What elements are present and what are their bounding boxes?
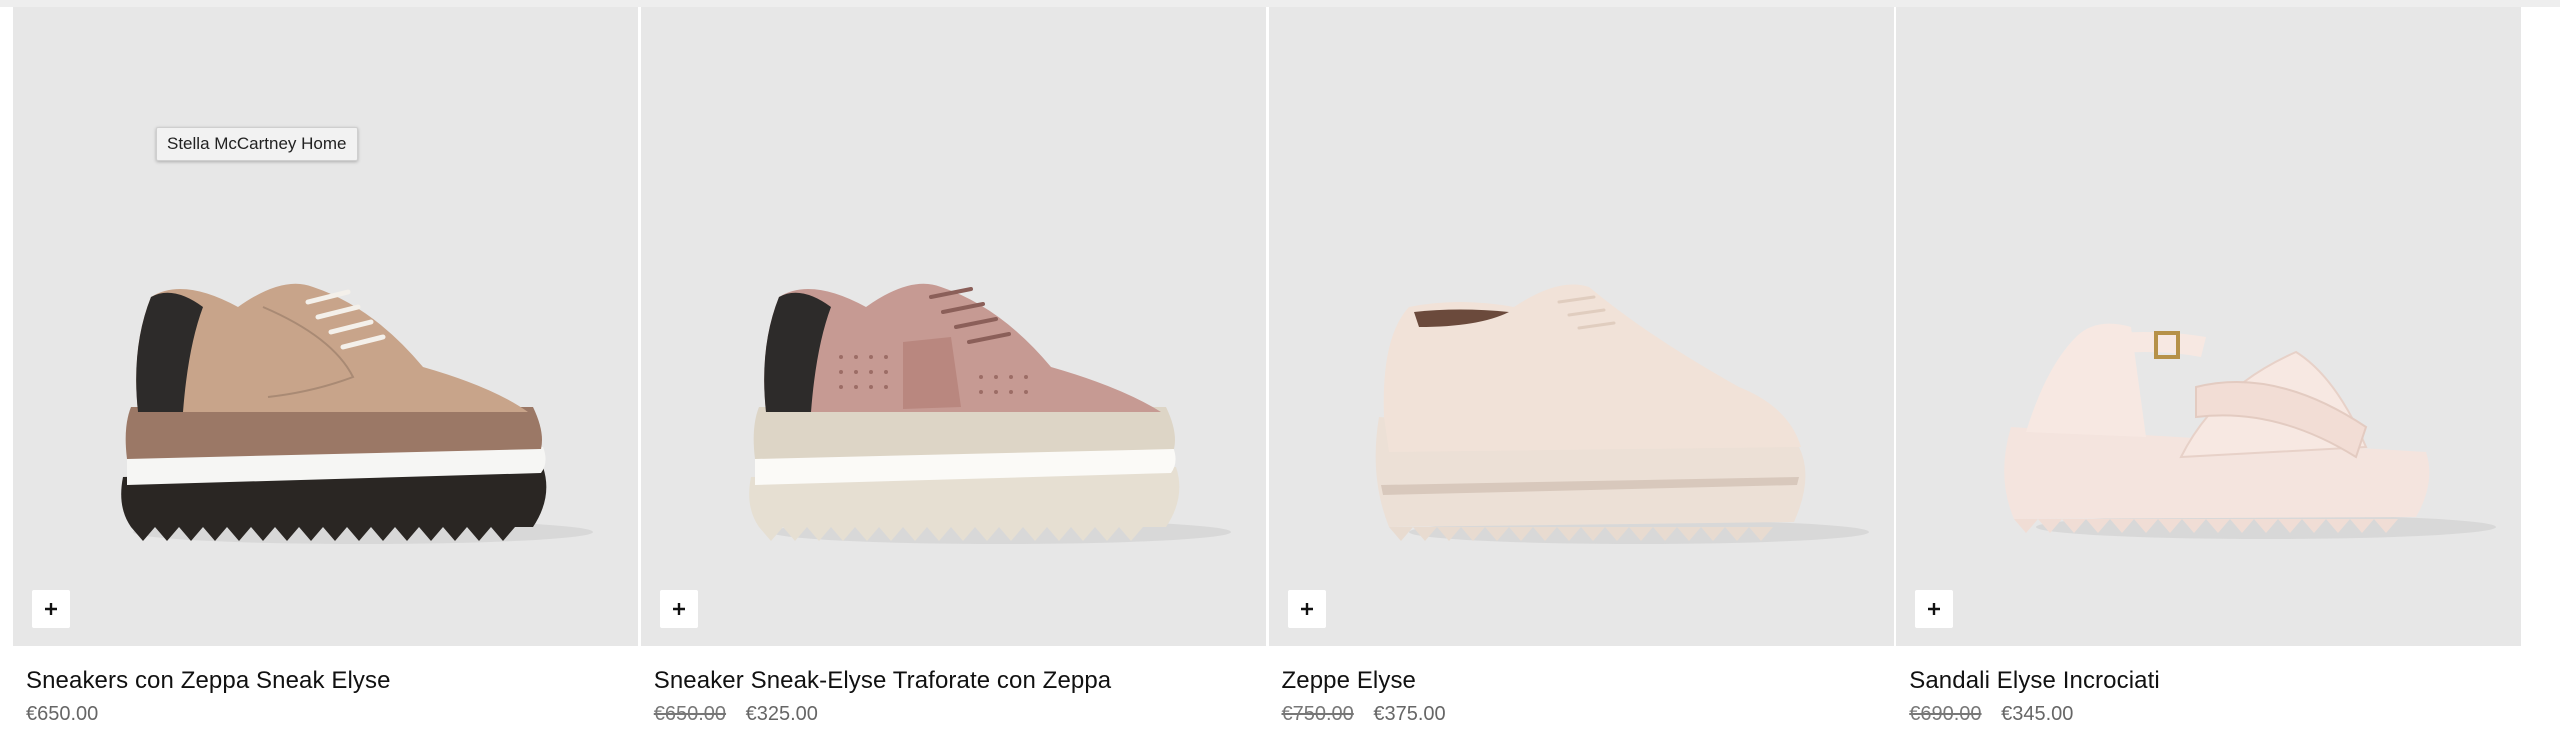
product-name[interactable]: Sandali Elyse Incrociati [1909,667,2524,695]
product-info: Sandali Elyse Incrociati €690.00 €345.00 [1909,667,2524,726]
product-card[interactable]: Sandali Elyse Incrociati €690.00 €345.00 [1896,7,2524,732]
plus-icon [1928,603,1941,615]
shoe-image [748,283,1231,544]
product-name[interactable]: Sneakers con Zeppa Sneak Elyse [26,667,641,695]
product-card[interactable]: Sneaker Sneak-Elyse Traforate con Zeppa … [640,7,1269,732]
price-original: €750.00 [1281,703,1354,725]
product-grid: Stella McCartney Home Sneakers con Zeppa… [13,7,2524,732]
shoe-image [121,283,593,544]
quick-add-button[interactable] [32,590,70,628]
quick-add-button[interactable] [1287,590,1326,628]
product-name[interactable]: Sneaker Sneak-Elyse Traforate con Zeppa [654,667,1269,695]
product-name[interactable]: Zeppe Elyse [1282,667,1897,695]
product-image[interactable] [1268,7,1894,646]
price-current: €650.00 [26,703,99,725]
price-original: €650.00 [653,703,727,725]
price-current: €375.00 [1373,703,1446,725]
price-current: €345.00 [2001,703,2074,725]
shoe-image [1375,284,1869,544]
product-info: Sneakers con Zeppa Sneak Elyse €650.00 [26,667,641,726]
plus-icon [45,603,57,615]
product-image[interactable]: Stella McCartney Home [13,7,638,646]
price-block: €650.00 [26,703,641,726]
price-block: €650.00 €325.00 [654,703,1269,726]
product-image[interactable] [640,7,1266,646]
quick-add-button[interactable] [1915,590,1954,628]
price-block: €750.00 €375.00 [1282,703,1897,726]
plus-icon [672,603,685,615]
product-card[interactable]: Zeppe Elyse €750.00 €375.00 [1268,7,1897,732]
product-card[interactable]: Stella McCartney Home Sneakers con Zeppa… [13,7,641,732]
product-info: Zeppe Elyse €750.00 €375.00 [1282,667,1897,726]
price-original: €690.00 [1909,703,1982,725]
product-info: Sneaker Sneak-Elyse Traforate con Zeppa … [654,667,1269,726]
price-current: €325.00 [745,703,818,725]
tooltip: Stella McCartney Home [156,127,358,161]
product-image[interactable] [1896,7,2522,646]
quick-add-button[interactable] [659,590,698,628]
plus-icon [1300,603,1313,615]
price-block: €690.00 €345.00 [1909,703,2524,726]
top-divider [0,0,2560,7]
shoe-image [2004,323,2497,539]
